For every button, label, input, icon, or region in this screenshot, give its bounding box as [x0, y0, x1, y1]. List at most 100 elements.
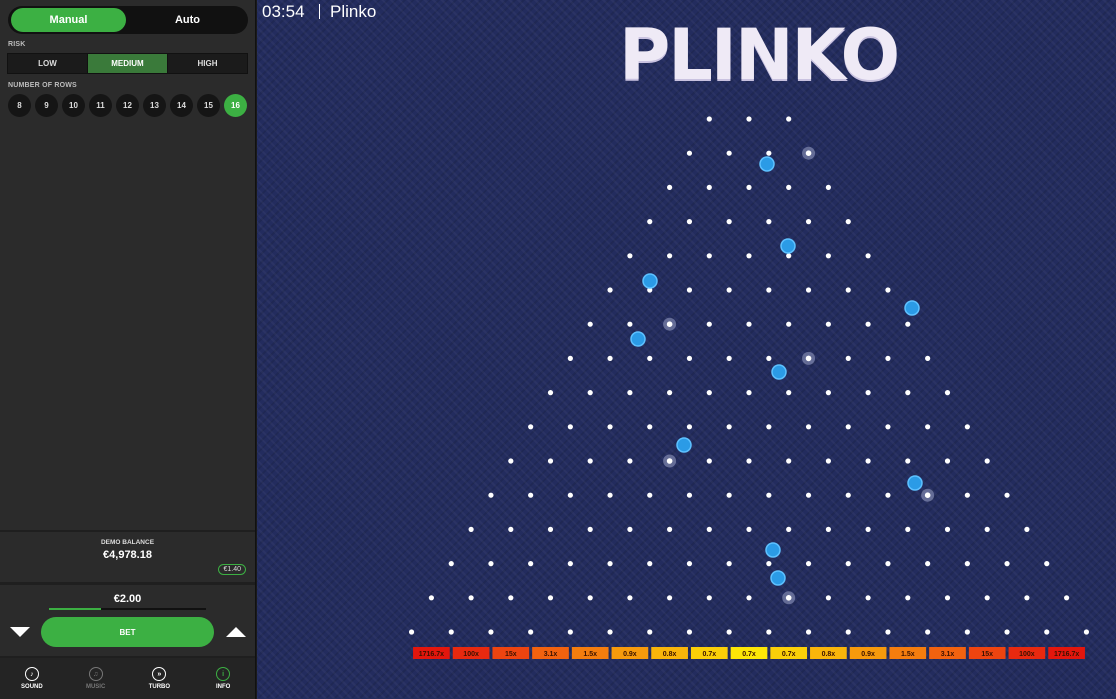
peg	[726, 150, 732, 156]
plinko-board: 1716.7x 100x 15x 3.1x 1.5x 0.9x 0.8x 0.7x 0.7x 0.…	[408, 116, 1090, 659]
peg	[528, 424, 534, 430]
footer-label: TURBO	[148, 684, 171, 690]
peg	[528, 629, 534, 635]
peg	[805, 219, 812, 225]
music-toggle[interactable]: ♫ MUSIC	[64, 658, 128, 699]
peg	[845, 561, 851, 567]
multiplier-label: 0.8x	[663, 651, 677, 658]
peg	[408, 629, 415, 635]
multiplier-label: 0.7x	[702, 651, 716, 658]
rows-option-16[interactable]: 16	[224, 94, 247, 117]
peg	[706, 458, 712, 464]
peg	[964, 629, 970, 635]
peg	[528, 492, 534, 498]
peg	[885, 287, 891, 293]
peg	[925, 561, 931, 567]
bet-button[interactable]: BET	[41, 617, 214, 647]
peg	[647, 629, 653, 635]
peg	[805, 629, 812, 635]
peg	[984, 595, 990, 601]
peg	[508, 595, 514, 601]
increase-bet-icon[interactable]	[226, 627, 246, 637]
footer-bar: ♪ SOUND ♫ MUSIC » TURBO i INFO	[0, 658, 255, 699]
peg	[925, 424, 931, 430]
peg	[547, 526, 554, 533]
rows-option-8[interactable]: 8	[8, 94, 31, 117]
ball	[759, 156, 775, 172]
rows-option-10[interactable]: 10	[62, 94, 85, 117]
peg	[805, 424, 812, 430]
multiplier-label: 0.8x	[822, 651, 836, 658]
turbo-icon: »	[152, 667, 167, 681]
turbo-toggle[interactable]: » TURBO	[128, 658, 192, 699]
peg	[448, 561, 454, 567]
balance-label: DEMO BALANCE	[100, 539, 155, 546]
peg	[964, 492, 970, 498]
peg	[726, 492, 732, 498]
peg	[885, 424, 891, 430]
rows-option-9[interactable]: 9	[35, 94, 58, 117]
peg	[706, 595, 712, 601]
peg	[706, 253, 712, 259]
peg	[885, 629, 891, 635]
peg	[746, 116, 752, 122]
multiplier-label: 15x	[505, 651, 517, 658]
peg	[607, 561, 613, 567]
peg	[1044, 561, 1050, 567]
music-icon: ♫	[88, 667, 103, 681]
risk-option-low[interactable]: LOW	[8, 54, 88, 73]
peg	[686, 150, 693, 156]
manual-mode-button[interactable]: Manual	[11, 8, 126, 32]
info-toggle[interactable]: i INFO	[191, 658, 255, 699]
rows-option-13[interactable]: 13	[143, 94, 166, 117]
rows-option-12[interactable]: 12	[116, 94, 139, 117]
auto-mode-button[interactable]: Auto	[130, 8, 245, 32]
peg	[627, 595, 633, 601]
control-sidebar: Manual Auto RISK LOW MEDIUM HIGH NUMBER OF…	[0, 0, 256, 699]
peg	[627, 458, 633, 464]
peg	[944, 458, 951, 464]
multiplier-label: 15x	[981, 651, 993, 658]
peg	[448, 629, 454, 635]
peg	[825, 595, 832, 601]
game-board-area: 1716.7x 100x 15x 3.1x 1.5x 0.9x 0.8x 0.7x 0.7x 0.…	[257, 0, 1116, 699]
bet-slider[interactable]	[49, 608, 206, 610]
peg	[1024, 595, 1030, 601]
peg	[627, 253, 633, 259]
peg	[786, 526, 792, 533]
ball	[904, 300, 920, 316]
ball	[630, 331, 646, 347]
peg	[607, 424, 613, 430]
peg	[547, 390, 554, 396]
balance-panel: DEMO BALANCE €4,978.18 €1.40	[0, 532, 255, 582]
peg	[627, 321, 633, 327]
peg	[488, 629, 494, 635]
bet-amount: €2.00	[113, 593, 142, 605]
peg	[1004, 492, 1010, 498]
peg	[726, 629, 732, 635]
settings-panel: Manual Auto RISK LOW MEDIUM HIGH NUMBER OF…	[0, 0, 255, 530]
peg	[865, 526, 871, 533]
peg	[984, 458, 990, 464]
peg	[587, 526, 593, 533]
peg	[1083, 629, 1090, 635]
info-icon: i	[216, 667, 231, 681]
peg	[686, 424, 693, 430]
risk-option-medium[interactable]: MEDIUM	[88, 54, 168, 73]
peg-hit	[785, 595, 792, 601]
peg	[686, 561, 693, 567]
peg-hit	[924, 492, 931, 499]
sound-toggle[interactable]: ♪ SOUND	[0, 658, 64, 699]
peg	[508, 526, 514, 533]
peg	[805, 287, 812, 293]
risk-option-high[interactable]: HIGH	[168, 54, 247, 73]
decrease-bet-icon[interactable]	[10, 627, 30, 637]
peg	[905, 458, 911, 464]
peg	[865, 253, 871, 259]
ball	[765, 542, 781, 558]
rows-option-11[interactable]: 11	[89, 94, 112, 117]
peg	[587, 458, 593, 464]
peg	[428, 595, 434, 601]
rows-option-14[interactable]: 14	[170, 94, 193, 117]
rows-option-15[interactable]: 15	[197, 94, 220, 117]
